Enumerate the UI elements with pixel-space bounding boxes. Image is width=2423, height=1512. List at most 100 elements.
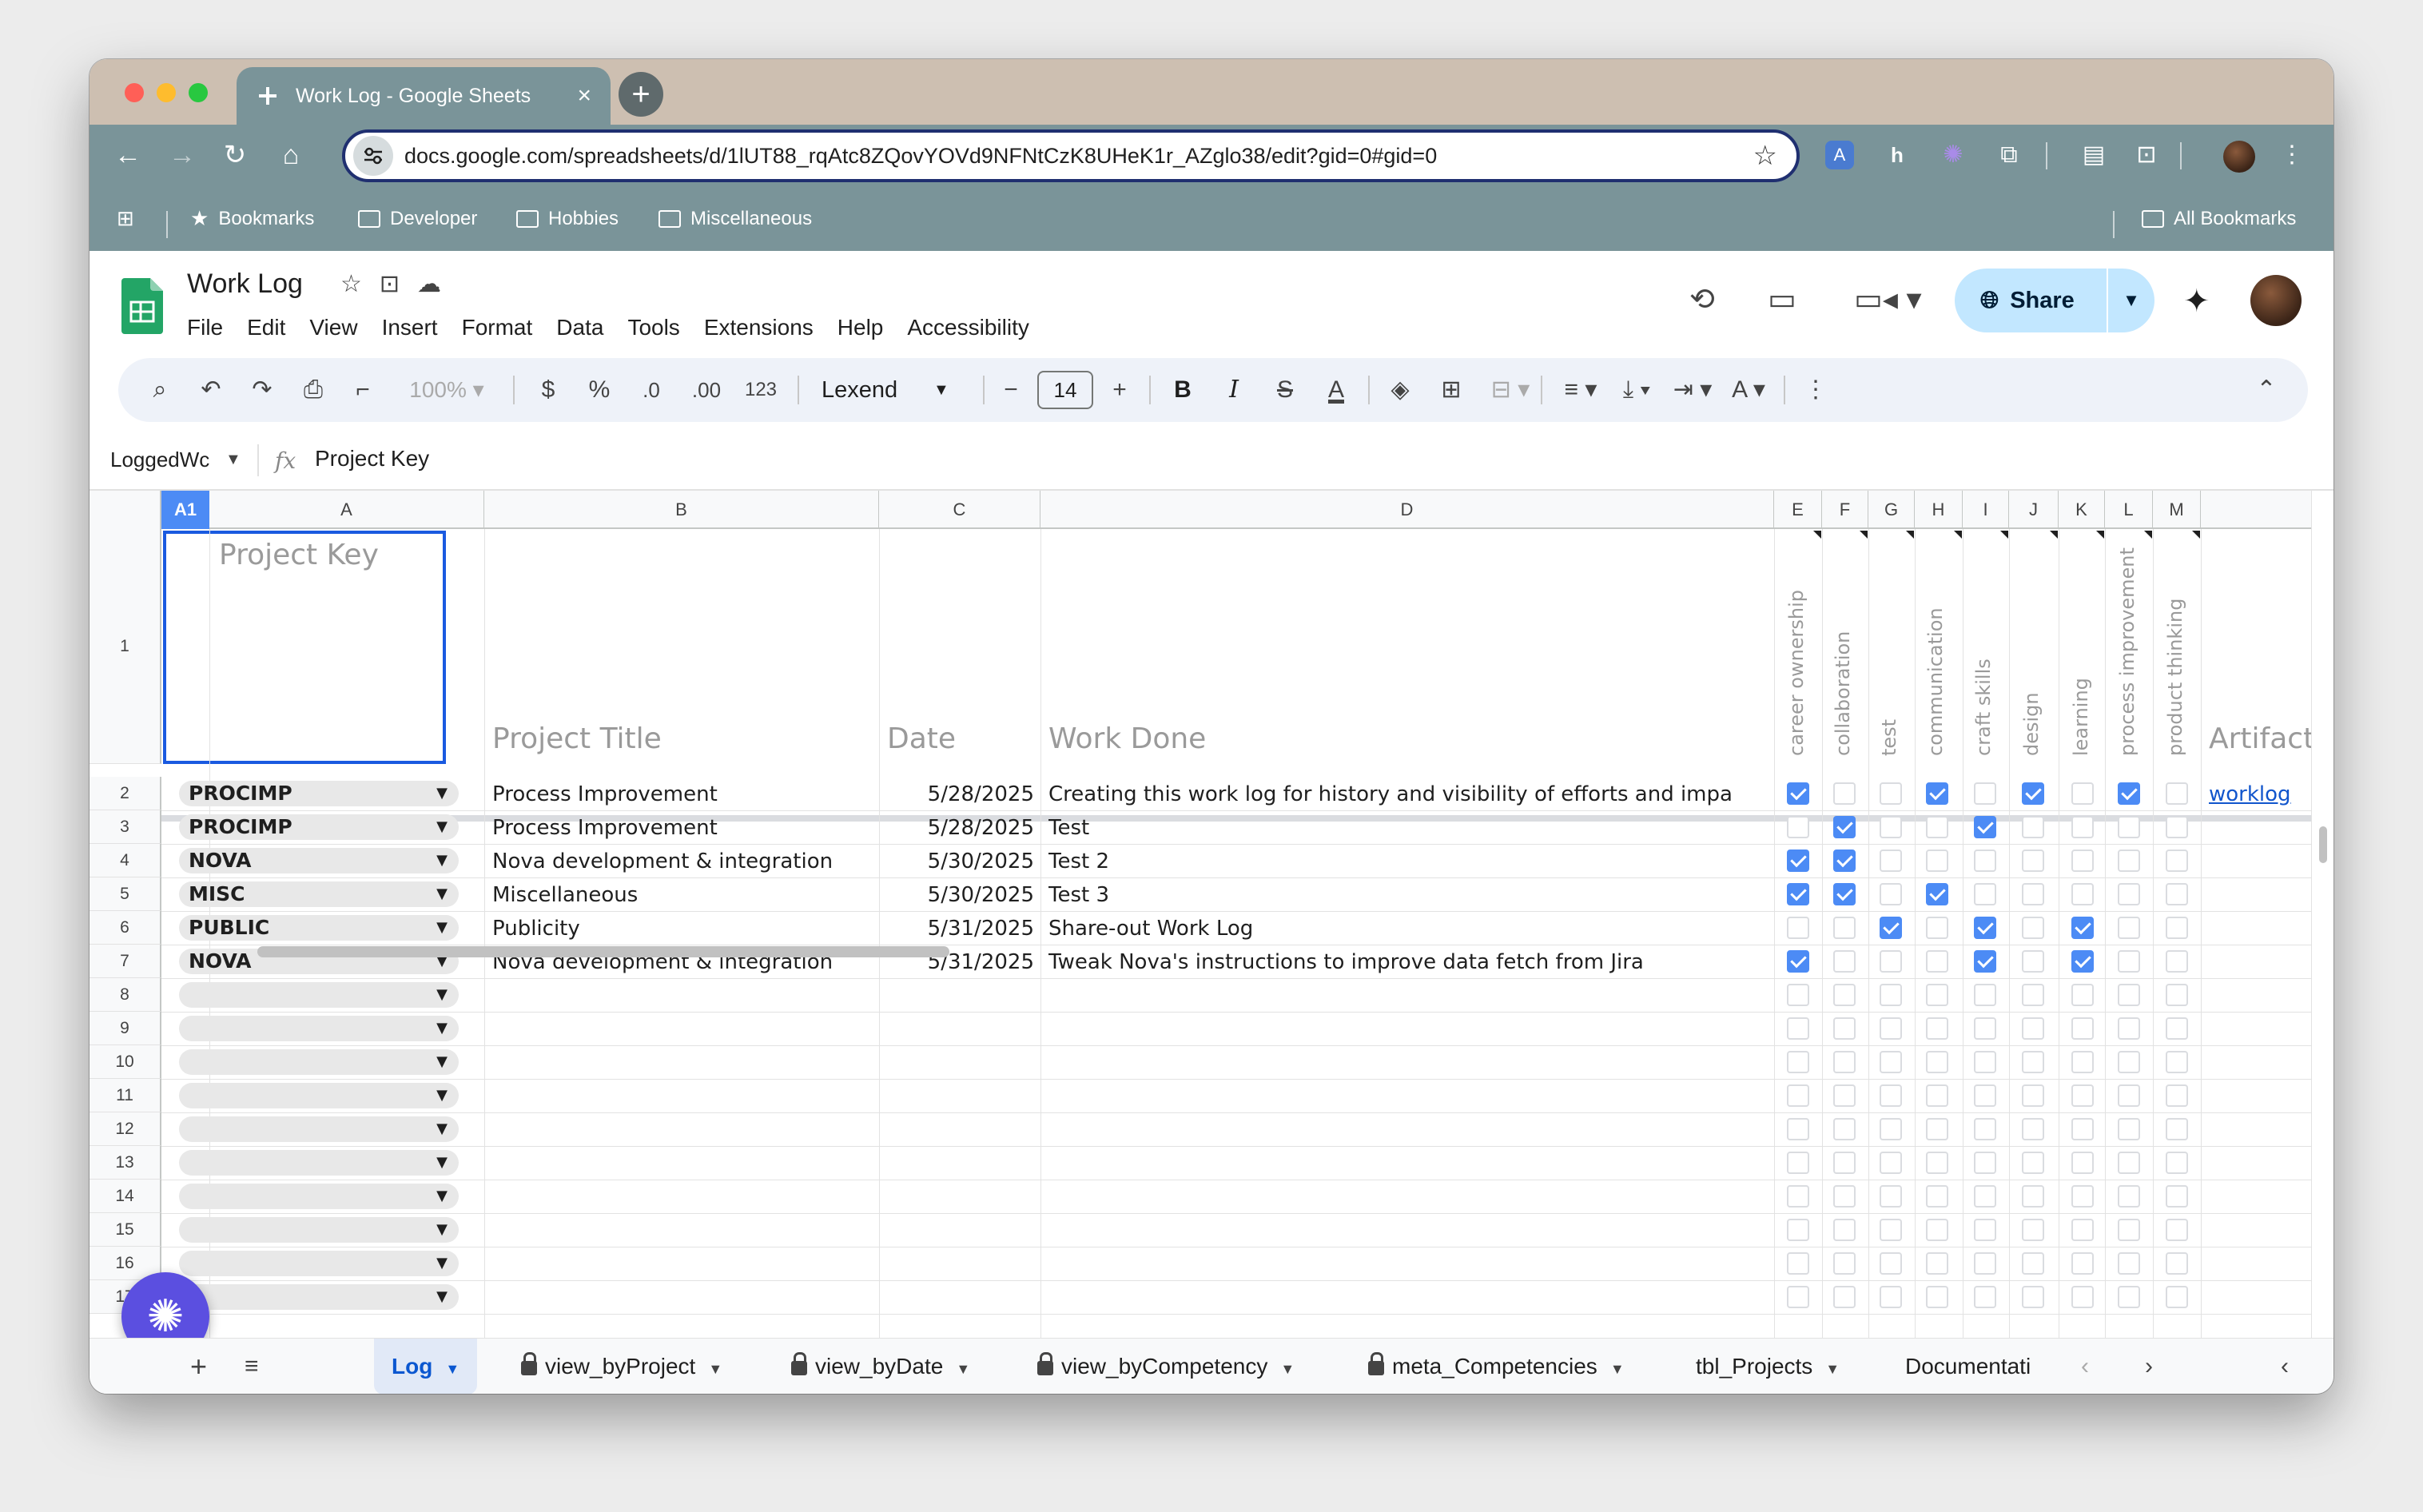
competency-checkbox[interactable] xyxy=(1974,850,1996,872)
text-color-icon[interactable]: A xyxy=(1320,358,1352,422)
cell-work-done[interactable]: Test 3 xyxy=(1048,883,1772,907)
sheet-tab-view-byproject[interactable]: view_byProject ▼ xyxy=(503,1339,740,1394)
font-family-select[interactable]: Lexend ▼ xyxy=(822,358,981,422)
borders-icon[interactable]: ⊞ xyxy=(1435,358,1467,422)
competency-checkbox[interactable] xyxy=(2166,782,2188,805)
column-header-j[interactable]: J xyxy=(2009,491,2059,529)
competency-checkbox[interactable] xyxy=(1974,1118,1996,1140)
competency-checkbox[interactable] xyxy=(2022,1252,2044,1275)
competency-checkbox[interactable] xyxy=(2022,782,2044,805)
competency-checkbox[interactable] xyxy=(1926,782,1948,805)
competency-checkbox[interactable] xyxy=(2118,1219,2140,1241)
sheet-tab-view-bydate[interactable]: view_byDate ▼ xyxy=(774,1339,988,1394)
competency-checkbox[interactable] xyxy=(2022,850,2044,872)
competency-checkbox[interactable] xyxy=(1787,1051,1809,1073)
close-tab-icon[interactable]: × xyxy=(577,82,591,109)
competency-checkbox[interactable] xyxy=(1974,816,1996,838)
competency-checkbox[interactable] xyxy=(2022,950,2044,973)
forward-icon[interactable]: → xyxy=(166,139,198,171)
print-icon[interactable]: ⎙ xyxy=(297,358,329,422)
horizontal-align-icon[interactable]: ≡ ▾ xyxy=(1557,358,1605,422)
column-header-d[interactable]: D xyxy=(1040,491,1774,529)
competency-checkbox[interactable] xyxy=(1880,1219,1902,1241)
name-box[interactable]: LoggedWc xyxy=(110,448,213,472)
cell-work-done[interactable]: Test 2 xyxy=(1048,850,1772,873)
row-header[interactable]: 8 xyxy=(90,978,161,1012)
competency-checkbox[interactable] xyxy=(2071,782,2094,805)
row-header[interactable]: 4 xyxy=(90,844,161,877)
competency-checkbox[interactable] xyxy=(2071,917,2094,939)
italic-button[interactable]: I xyxy=(1218,358,1250,422)
row-header[interactable]: 6 xyxy=(90,911,161,945)
collapse-menus-icon[interactable]: ⌃ xyxy=(2250,358,2282,422)
competency-checkbox[interactable] xyxy=(1833,1118,1856,1140)
share-options-caret-icon[interactable]: ▼ xyxy=(2108,290,2154,311)
competency-checkbox[interactable] xyxy=(1880,1118,1902,1140)
bookmark-star-icon[interactable]: ☆ xyxy=(1753,140,1777,172)
competency-checkbox[interactable] xyxy=(2166,1286,2188,1308)
competency-checkbox[interactable] xyxy=(1880,850,1902,872)
competency-checkbox[interactable] xyxy=(1974,984,1996,1006)
back-icon[interactable]: ← xyxy=(112,139,144,171)
row-header[interactable]: 15 xyxy=(90,1213,161,1247)
competency-checkbox[interactable] xyxy=(1974,917,1996,939)
competency-checkbox[interactable] xyxy=(1974,1286,1996,1308)
row-header[interactable]: 7 xyxy=(90,945,161,978)
spreadsheet-grid[interactable]: A1 A B C D E F G H I J K L M 1 Project Key Project Titl… xyxy=(90,491,2311,1349)
cell-work-done[interactable]: Creating this work log for history and v… xyxy=(1048,782,1772,806)
bookmark-miscellaneous[interactable]: Miscellaneous xyxy=(658,208,812,230)
sheet-tab-caret-icon[interactable]: ▼ xyxy=(445,1361,460,1377)
vertical-scrollbar[interactable] xyxy=(2311,491,2333,1349)
competency-checkbox[interactable] xyxy=(2166,984,2188,1006)
competency-checkbox[interactable] xyxy=(2022,1286,2044,1308)
competency-checkbox[interactable] xyxy=(2022,1185,2044,1208)
project-key-dropdown[interactable]: ▼ xyxy=(179,1016,459,1041)
competency-checkbox[interactable] xyxy=(2022,1051,2044,1073)
competency-checkbox[interactable] xyxy=(2166,1051,2188,1073)
competency-checkbox[interactable] xyxy=(1974,782,1996,805)
competency-checkbox[interactable] xyxy=(2166,1084,2188,1107)
sheet-tab-caret-icon[interactable]: ▼ xyxy=(1610,1361,1625,1377)
competency-checkbox[interactable] xyxy=(2118,850,2140,872)
meet-icon[interactable]: ▭◂ ▾ xyxy=(1854,281,1922,317)
artifact-link[interactable]: worklog xyxy=(2209,782,2291,806)
sheet-tab-tbl-projects[interactable]: tbl_Projects ▼ xyxy=(1678,1339,1857,1394)
cell-work-done[interactable]: Test xyxy=(1048,816,1772,840)
merge-cells-icon[interactable]: ⊟ ▾ xyxy=(1486,358,1534,422)
competency-checkbox[interactable] xyxy=(2071,1286,2094,1308)
competency-checkbox[interactable] xyxy=(1926,1152,1948,1174)
competency-checkbox[interactable] xyxy=(2071,1152,2094,1174)
column-header-h[interactable]: H xyxy=(1915,491,1963,529)
competency-checkbox[interactable] xyxy=(1880,1084,1902,1107)
h-extension-icon[interactable]: h xyxy=(1880,137,1915,173)
competency-checkbox[interactable] xyxy=(1880,950,1902,973)
competency-checkbox[interactable] xyxy=(1974,883,1996,905)
cell-date[interactable]: 5/30/2025 xyxy=(879,883,1034,907)
competency-checkbox[interactable] xyxy=(2166,1118,2188,1140)
competency-checkbox[interactable] xyxy=(1833,816,1856,838)
competency-checkbox[interactable] xyxy=(1833,1185,1856,1208)
competency-checkbox[interactable] xyxy=(2118,883,2140,905)
competency-checkbox[interactable] xyxy=(1787,1286,1809,1308)
competency-checkbox[interactable] xyxy=(2118,917,2140,939)
competency-checkbox[interactable] xyxy=(2071,1118,2094,1140)
row-header[interactable]: 11 xyxy=(90,1079,161,1112)
competency-checkbox[interactable] xyxy=(2118,1084,2140,1107)
competency-checkbox[interactable] xyxy=(2118,1185,2140,1208)
competency-checkbox[interactable] xyxy=(2022,883,2044,905)
competency-checkbox[interactable] xyxy=(1880,1152,1902,1174)
competency-checkbox[interactable] xyxy=(1833,984,1856,1006)
row-header[interactable]: 5 xyxy=(90,877,161,911)
strikethrough-icon[interactable]: S xyxy=(1269,358,1301,422)
competency-checkbox[interactable] xyxy=(2166,883,2188,905)
competency-checkbox[interactable] xyxy=(2071,984,2094,1006)
competency-checkbox[interactable] xyxy=(2118,1118,2140,1140)
competency-checkbox[interactable] xyxy=(2022,1118,2044,1140)
competency-checkbox[interactable] xyxy=(2118,1017,2140,1040)
cloud-status-icon[interactable]: ☁ xyxy=(417,270,441,298)
competency-checkbox[interactable] xyxy=(2166,1185,2188,1208)
gear-extension-icon[interactable]: ✺ xyxy=(1936,137,1971,173)
collapse-sidebar-icon[interactable]: ‹ xyxy=(2263,1339,2306,1394)
competency-checkbox[interactable] xyxy=(2022,816,2044,838)
menu-tools[interactable]: Tools xyxy=(627,315,679,340)
